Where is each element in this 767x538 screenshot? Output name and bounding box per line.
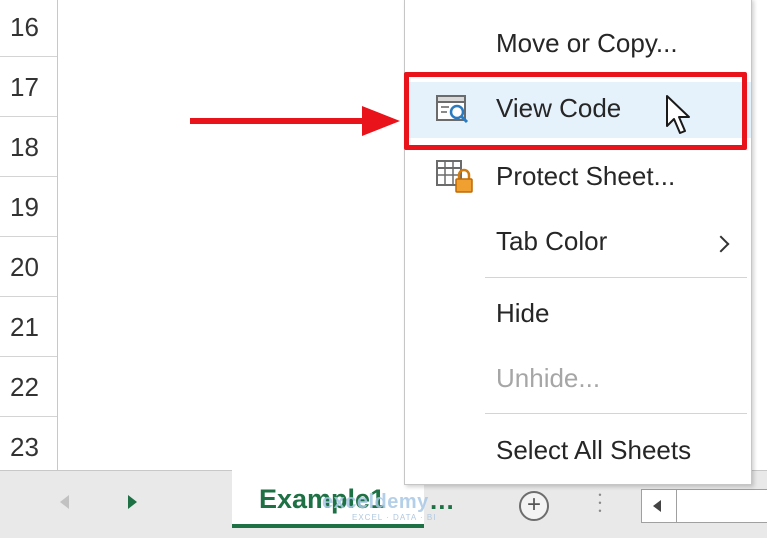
more-sheets-button[interactable]: ... [430,485,455,516]
row-header-20[interactable]: 20 [0,237,57,297]
row-header-17[interactable]: 17 [0,57,57,117]
menu-separator [485,277,747,278]
arrow-head-icon [362,106,400,136]
row-header-16[interactable]: 16 [0,0,57,57]
previous-sheet-arrow-icon[interactable] [60,495,69,509]
add-sheet-button[interactable]: + [519,491,549,521]
menu-item-label: Tab Color [496,226,608,256]
row-header-18[interactable]: 18 [0,117,57,177]
menu-item-move-or-copy[interactable]: Move or Copy... [405,16,751,72]
menu-item-tab-color[interactable]: Tab Color [405,214,751,270]
chevron-right-icon [712,235,730,253]
menu-item-protect-sheet[interactable]: Protect Sheet... [405,149,751,205]
tab-splitter-handle[interactable]: • • • [597,491,603,516]
row-header-19[interactable]: 19 [0,177,57,237]
watermark-tagline: EXCEL · DATA · BI [352,513,437,522]
next-sheet-arrow-icon[interactable] [128,495,137,509]
scroll-left-icon[interactable] [642,490,677,522]
row-header-22[interactable]: 22 [0,357,57,417]
row-header-21[interactable]: 21 [0,297,57,357]
menu-item-unhide: Unhide... [405,351,751,407]
horizontal-scrollbar[interactable] [641,489,767,523]
menu-item-label: Unhide... [496,363,601,393]
mouse-cursor-icon [666,95,690,134]
menu-item-label: Protect Sheet... [496,161,676,191]
menu-item-select-all-sheets[interactable]: Select All Sheets [405,423,751,479]
pointer-arrow-icon [190,118,366,124]
menu-separator [485,413,747,414]
menu-item-label: Hide [496,298,550,328]
row-header-23[interactable]: 23 [0,417,57,477]
row-headers: 16 17 18 19 20 21 22 23 [0,0,58,477]
protect-sheet-icon [436,160,473,193]
menu-item-label: Move or Copy... [496,28,678,58]
menu-item-hide[interactable]: Hide [405,286,751,342]
menu-item-label: Select All Sheets [496,435,692,465]
watermark-logo: exceldemy [322,491,429,513]
